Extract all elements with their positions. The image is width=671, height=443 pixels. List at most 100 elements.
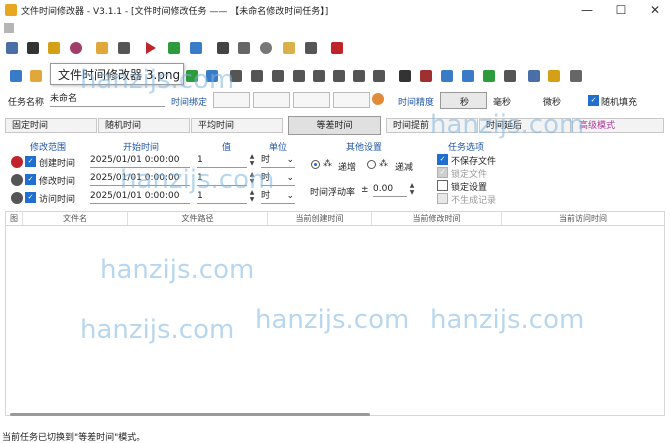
- float-rate-input[interactable]: 0.00: [373, 182, 407, 197]
- folder-icon[interactable]: [30, 70, 42, 82]
- save-icon[interactable]: [27, 42, 39, 54]
- tab-random-time[interactable]: 随机时间: [98, 118, 190, 133]
- undo-icon[interactable]: [190, 42, 202, 54]
- tab-advanced-mode[interactable]: 高级模式: [572, 118, 664, 133]
- chevron-down-icon: ⌄: [286, 155, 294, 165]
- image-icon[interactable]: [528, 70, 540, 82]
- grid-view-icon[interactable]: [238, 42, 250, 54]
- grid-icon[interactable]: [48, 42, 60, 54]
- precision-second-text: 秒: [460, 98, 470, 108]
- float-rate-spinner[interactable]: ▲ ▼: [408, 182, 416, 196]
- increase-icon: ⁂: [323, 159, 332, 169]
- decrease-icon: ⁂: [379, 159, 388, 169]
- swap-icon[interactable]: [353, 70, 365, 82]
- list-icon-2[interactable]: [462, 70, 474, 82]
- chevron-down-icon: ⌄: [286, 173, 294, 183]
- app-icon: [5, 4, 17, 16]
- file-grid-header: 图 文件名 文件路径 当前创建时间 当前修改时间 当前访问时间: [5, 211, 665, 226]
- clock-icon: [11, 156, 23, 168]
- no-log-label: 不生成记录: [451, 196, 497, 206]
- random-fill-checkbox[interactable]: ✓: [588, 95, 599, 106]
- clock-icon-3: [11, 192, 23, 204]
- shuffle-icon[interactable]: [373, 70, 385, 82]
- close-button[interactable]: ✕: [640, 2, 670, 18]
- horizontal-scrollbar[interactable]: [10, 413, 370, 416]
- play-icon[interactable]: [146, 42, 156, 54]
- print-icon[interactable]: [118, 42, 130, 54]
- other-settings-header: 其他设置: [346, 143, 383, 153]
- create-time-checkbox[interactable]: ✓: [25, 156, 36, 167]
- exit-icon[interactable]: [331, 42, 343, 54]
- modify-time-checkbox[interactable]: ✓: [25, 174, 36, 185]
- list-icon-1[interactable]: [441, 70, 453, 82]
- increasing-radio[interactable]: [311, 160, 320, 169]
- time-bind-label: 时间绑定: [171, 98, 208, 108]
- sort-icon[interactable]: [10, 70, 22, 82]
- note-icon[interactable]: [283, 42, 295, 54]
- tree-icon-2[interactable]: [333, 70, 345, 82]
- range-header: 修改范围: [30, 143, 67, 153]
- random-fill-label: 随机填充: [601, 98, 638, 108]
- more-icon[interactable]: [570, 70, 582, 82]
- minimize-button[interactable]: —: [572, 2, 602, 18]
- decreasing-radio[interactable]: [367, 160, 376, 169]
- lock-settings-checkbox[interactable]: [437, 180, 448, 191]
- increasing-label: 递增: [338, 163, 357, 173]
- window-title: 文件时间修改器 - V3.1.1 - [文件时间修改任务 —— 【未命名修改时间…: [21, 7, 329, 17]
- column-icon[interactable]: 图: [6, 212, 23, 225]
- search-list-icon[interactable]: [217, 42, 229, 54]
- precision-ms-option[interactable]: 毫秒: [493, 95, 511, 108]
- tab-fixed-time[interactable]: 固定时间: [5, 118, 97, 133]
- tree-icon-1[interactable]: [313, 70, 325, 82]
- unit-header: 单位: [269, 143, 288, 153]
- menu-icon[interactable]: [4, 23, 14, 33]
- random-seed-icon[interactable]: [372, 93, 384, 105]
- tab-average-time[interactable]: 平均时间: [191, 118, 283, 133]
- access-time-checkbox[interactable]: ✓: [25, 192, 36, 203]
- open-folder-icon[interactable]: [96, 42, 108, 54]
- column-create-time[interactable]: 当前创建时间: [268, 212, 372, 225]
- settings-gear-icon[interactable]: [260, 42, 272, 54]
- list-icon-4[interactable]: [504, 70, 516, 82]
- bind-all-button[interactable]: [333, 92, 370, 108]
- bind-modify-access-button[interactable]: [293, 92, 330, 108]
- precision-second-button[interactable]: 秒: [440, 92, 487, 109]
- save-as-icon[interactable]: [420, 70, 432, 82]
- save-task-icon[interactable]: [399, 70, 411, 82]
- access-time-label: 访问时间: [39, 195, 76, 205]
- column-file-name[interactable]: 文件名: [23, 212, 128, 225]
- gear-color-icon[interactable]: [70, 42, 82, 54]
- filter-icon-3[interactable]: [272, 70, 284, 82]
- lock-file-checkbox: ✓: [437, 167, 448, 178]
- column-access-time[interactable]: 当前访问时间: [502, 212, 664, 225]
- task-name-label: 任务名称: [8, 98, 45, 108]
- tab-arithmetic-time[interactable]: 等差时间: [288, 116, 381, 135]
- maximize-button[interactable]: ☐: [606, 2, 636, 18]
- table-icon[interactable]: [548, 70, 560, 82]
- title-bar: 文件时间修改器 - V3.1.1 - [文件时间修改任务 —— 【未命名修改时间…: [0, 0, 671, 20]
- no-save-file-label: 不保存文件: [451, 157, 497, 167]
- precision-label: 时间精度: [398, 98, 435, 108]
- no-save-file-checkbox[interactable]: ✓: [437, 154, 448, 165]
- create-time-label: 创建时间: [39, 159, 76, 169]
- lock-settings-label: 锁定设置: [451, 183, 488, 193]
- filter-icon-4[interactable]: [293, 70, 305, 82]
- check-icon[interactable]: [168, 42, 180, 54]
- start-time-header: 开始时间: [123, 143, 160, 153]
- filter-icon-2[interactable]: [251, 70, 263, 82]
- precision-us-option[interactable]: 微秒: [543, 95, 561, 108]
- list-icon-3[interactable]: [483, 70, 495, 82]
- add-files-icon[interactable]: [6, 42, 18, 54]
- decreasing-label: 递减: [395, 163, 414, 173]
- chevron-down-icon: ⌄: [286, 191, 294, 201]
- no-log-checkbox: [437, 193, 448, 204]
- book-icon[interactable]: [305, 42, 317, 54]
- bind-create-access-button[interactable]: [253, 92, 290, 108]
- watermark: hanzijs.com: [430, 110, 585, 140]
- column-file-path[interactable]: 文件路径: [128, 212, 268, 225]
- watermark: hanzijs.com: [430, 305, 585, 335]
- task-options-header: 任务选项: [448, 143, 485, 153]
- value-header: 值: [222, 143, 232, 153]
- column-modify-time[interactable]: 当前修改时间: [372, 212, 502, 225]
- watermark: hanzijs.com: [80, 65, 235, 95]
